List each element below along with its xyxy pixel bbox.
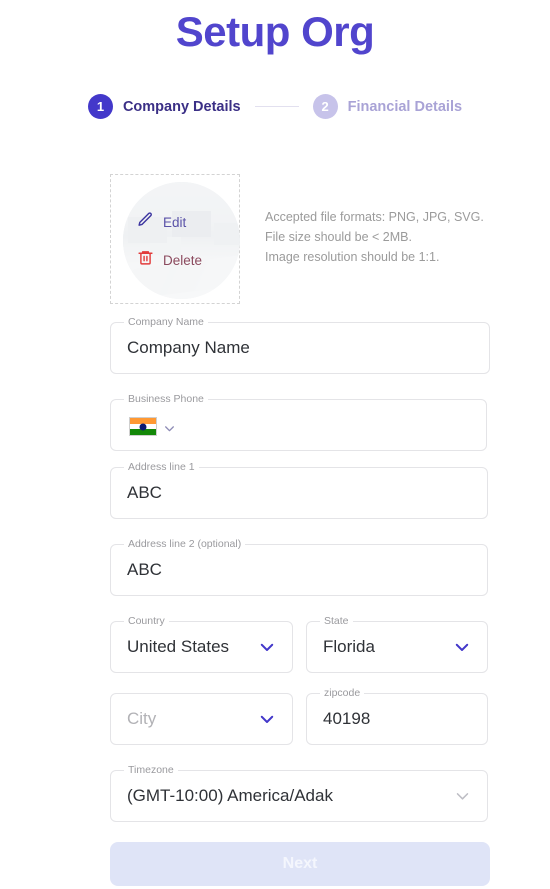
timezone-chevron-down-icon[interactable] bbox=[454, 788, 471, 805]
country-select[interactable]: Country United States bbox=[110, 615, 293, 673]
upload-hints: Accepted file formats: PNG, JPG, SVG. Fi… bbox=[265, 207, 500, 267]
address-line-1-field[interactable]: Address line 1 ABC bbox=[110, 461, 488, 519]
step-badge-1: 1 bbox=[87, 94, 113, 119]
country-value: United States bbox=[127, 637, 230, 656]
logo-upload-section: Edit Delete Accepted file formats: PNG, … bbox=[110, 174, 490, 304]
delete-logo-button[interactable]: Delete bbox=[137, 249, 202, 271]
country-label: Country bbox=[124, 615, 169, 627]
next-button[interactable]: Next bbox=[110, 842, 490, 886]
upload-hint-size: File size should be < 2MB. bbox=[265, 230, 412, 244]
stepper-step-company-details[interactable]: 1 Company Details bbox=[87, 94, 241, 119]
pencil-icon bbox=[137, 211, 154, 233]
stepper-step-financial-details[interactable]: 2 Financial Details bbox=[312, 94, 463, 119]
upload-hint-formats: Accepted file formats: PNG, JPG, SVG. bbox=[265, 210, 484, 224]
timezone-value: (GMT-10:00) America/Adak bbox=[127, 786, 333, 805]
trash-icon bbox=[137, 249, 154, 271]
setup-org-page: Setup Org 1 Company Details 2 Financial … bbox=[0, 0, 550, 889]
logo-dropzone[interactable]: Edit Delete bbox=[110, 174, 240, 304]
step-label-company-details: Company Details bbox=[122, 98, 241, 115]
company-name-field[interactable]: Company Name Company Name bbox=[110, 316, 490, 374]
country-code-chevron-down-icon[interactable] bbox=[163, 422, 176, 435]
page-title: Setup Org bbox=[175, 8, 375, 55]
address-line-2-input[interactable]: ABC bbox=[127, 560, 162, 580]
timezone-select[interactable]: Timezone (GMT-10:00) America/Adak bbox=[110, 764, 488, 822]
city-select[interactable]: City bbox=[110, 693, 293, 745]
state-value: Florida bbox=[323, 637, 375, 656]
delete-logo-label: Delete bbox=[163, 252, 203, 268]
timezone-label: Timezone bbox=[124, 764, 178, 776]
stepper: 1 Company Details 2 Financial Details bbox=[0, 94, 550, 119]
company-name-input[interactable]: Company Name bbox=[127, 338, 250, 358]
address-line-2-field[interactable]: Address line 2 (optional) ABC bbox=[110, 538, 488, 596]
business-phone-label: Business Phone bbox=[124, 393, 208, 405]
city-chevron-down-icon[interactable] bbox=[258, 710, 276, 728]
address-line-1-label: Address line 1 bbox=[124, 461, 199, 473]
state-select[interactable]: State Florida bbox=[306, 615, 488, 673]
zipcode-label: zipcode bbox=[320, 687, 365, 699]
india-flag-icon[interactable] bbox=[129, 417, 157, 436]
stepper-connector bbox=[254, 105, 299, 108]
avatar-actions: Edit Delete bbox=[137, 211, 202, 271]
company-name-label: Company Name bbox=[124, 316, 208, 328]
state-label: State bbox=[320, 615, 353, 627]
zipcode-input[interactable]: 40198 bbox=[323, 709, 370, 729]
zipcode-field[interactable]: zipcode 40198 bbox=[306, 687, 488, 745]
business-phone-field[interactable]: Business Phone bbox=[110, 393, 487, 451]
edit-logo-label: Edit bbox=[163, 214, 187, 230]
step-badge-2: 2 bbox=[312, 94, 338, 119]
upload-hint-resolution: Image resolution should be 1:1. bbox=[265, 250, 440, 264]
address-line-1-input[interactable]: ABC bbox=[127, 483, 162, 503]
address-line-2-label: Address line 2 (optional) bbox=[124, 538, 246, 550]
step-label-financial-details: Financial Details bbox=[347, 98, 463, 115]
city-placeholder: City bbox=[127, 709, 157, 728]
country-chevron-down-icon[interactable] bbox=[258, 638, 276, 656]
state-chevron-down-icon[interactable] bbox=[453, 638, 471, 656]
edit-logo-button[interactable]: Edit bbox=[137, 211, 202, 233]
